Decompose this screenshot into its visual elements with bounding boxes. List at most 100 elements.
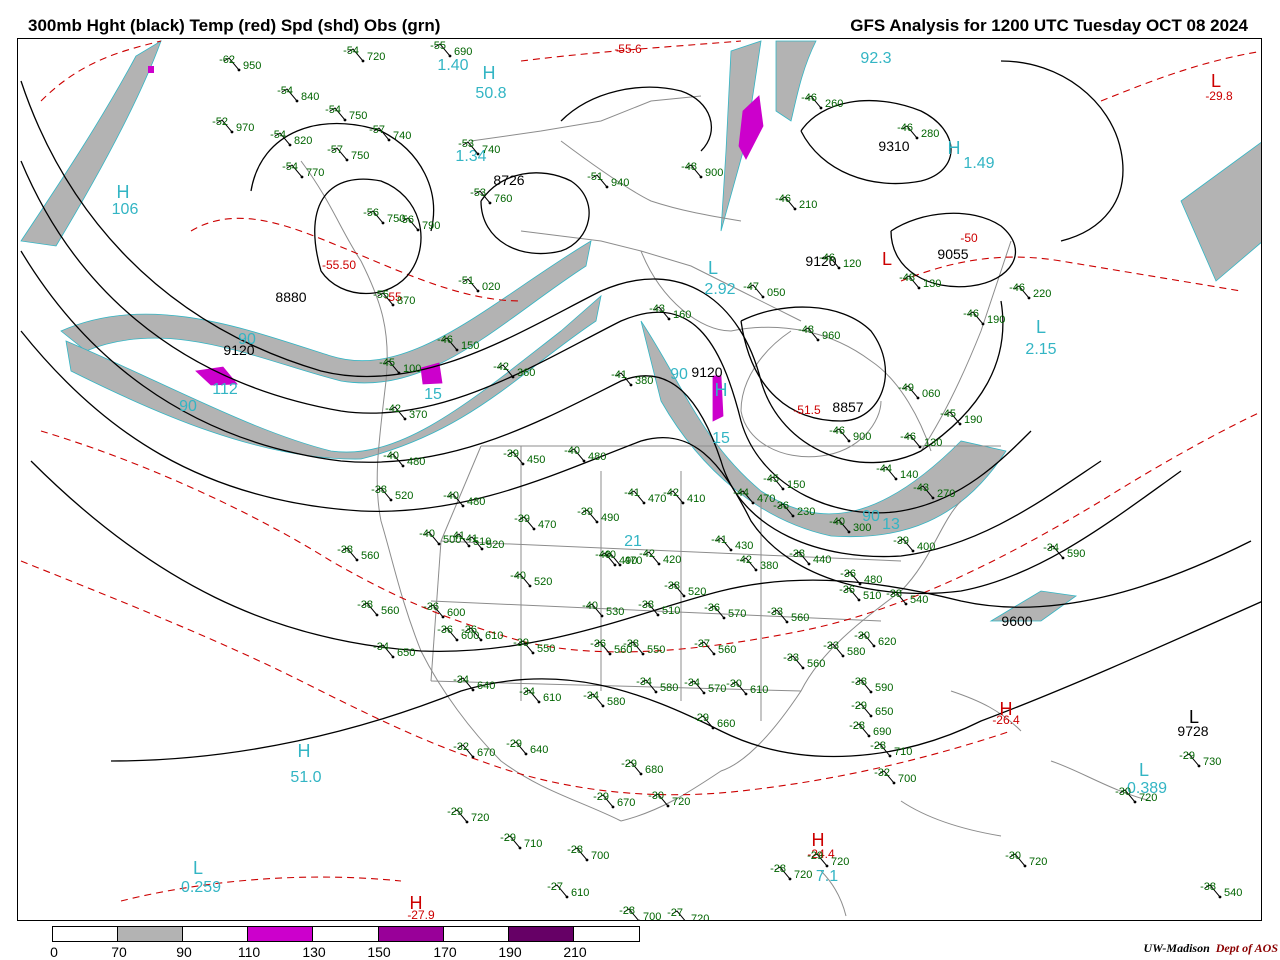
station-plot: -38 560 xyxy=(337,544,379,562)
obs-height: 550 xyxy=(537,643,555,655)
station-plot: -57 750 xyxy=(327,144,369,162)
obs-temperature: -42 xyxy=(639,548,655,560)
station-plot: -28 690 xyxy=(849,720,891,738)
obs-temperature: -38 xyxy=(638,599,654,611)
pressure-center-marker: H xyxy=(715,380,728,400)
pressure-center-marker: L xyxy=(882,249,892,269)
obs-height: 640 xyxy=(530,744,548,756)
obs-height: 750 xyxy=(349,110,367,122)
height-value-label: 8880 xyxy=(275,289,306,305)
obs-height: 720 xyxy=(471,812,489,824)
pressure-center-marker: L xyxy=(1189,707,1199,727)
obs-height: 520 xyxy=(688,586,706,598)
pressure-center-marker: H xyxy=(298,741,311,761)
legend-tick-label: 110 xyxy=(237,944,261,960)
obs-temperature: -30 xyxy=(726,678,742,690)
obs-height: 420 xyxy=(663,554,681,566)
station-plot: -55 690 xyxy=(430,40,472,58)
obs-height: 510 xyxy=(662,605,680,617)
temperature-contours xyxy=(20,40,1261,902)
obs-height: 560 xyxy=(807,658,825,670)
obs-height: 490 xyxy=(601,512,619,524)
obs-temperature: -33 xyxy=(823,640,839,652)
obs-temperature: -54 xyxy=(282,161,298,173)
pressure-center-marker: H xyxy=(1000,699,1013,719)
obs-temperature: -45 xyxy=(763,473,779,485)
obs-temperature: -29 xyxy=(851,700,867,712)
obs-height: 570 xyxy=(728,608,746,620)
obs-height: 720 xyxy=(672,796,690,808)
obs-height: 660 xyxy=(717,718,735,730)
station-plot: -34 580 xyxy=(583,690,625,708)
obs-height: 820 xyxy=(294,135,312,147)
map-canvas: 8726888091209120885790559120931096009728… xyxy=(20,40,1261,920)
obs-temperature: -47 xyxy=(743,281,759,293)
obs-height: 790 xyxy=(422,220,440,232)
credit-label: UW-Madison Dept of AOS xyxy=(1144,941,1278,956)
wind-speed-label: 1.49 xyxy=(963,155,994,172)
obs-height: 130 xyxy=(923,278,941,290)
wind-speed-label: 92.3 xyxy=(860,50,891,67)
station-plot: -45 190 xyxy=(940,408,982,426)
obs-temperature: -34 xyxy=(453,674,469,686)
obs-height: 540 xyxy=(910,594,928,606)
obs-temperature: -28 xyxy=(770,863,786,875)
obs-temperature: -32 xyxy=(874,767,890,779)
obs-temperature: -40 xyxy=(564,445,580,457)
station-plot: -51 940 xyxy=(587,171,629,189)
obs-temperature: -54 xyxy=(343,45,359,57)
obs-temperature: -33 xyxy=(767,606,783,618)
obs-temperature: -43 xyxy=(913,482,929,494)
obs-temperature: -57 xyxy=(327,144,343,156)
obs-temperature: -38 xyxy=(664,580,680,592)
wind-speed-label: 2.15 xyxy=(1025,341,1056,358)
height-value-label: 8726 xyxy=(493,172,524,188)
obs-temperature: -45 xyxy=(940,408,956,420)
obs-height: 580 xyxy=(660,682,678,694)
obs-temperature: -40 xyxy=(582,600,598,612)
obs-temperature: -27 xyxy=(667,907,683,919)
obs-temperature: -34 xyxy=(684,677,700,689)
obs-height: 220 xyxy=(1033,288,1051,300)
obs-height: 620 xyxy=(878,636,896,648)
station-plot: -39 490 xyxy=(577,506,619,524)
obs-height: 840 xyxy=(301,91,319,103)
obs-temperature: -48 xyxy=(681,161,697,173)
obs-temperature: -41 xyxy=(449,530,465,542)
station-plot: -34 570 xyxy=(684,677,726,695)
obs-height: 130 xyxy=(924,437,942,449)
map-outline xyxy=(430,600,882,622)
obs-height: 580 xyxy=(847,646,865,658)
obs-temperature: -52 xyxy=(212,116,228,128)
station-plot: -29 680 xyxy=(621,758,663,776)
pressure-center-marker: L xyxy=(1036,317,1046,337)
station-plot: -39 400 xyxy=(893,535,935,553)
obs-temperature: -28 xyxy=(619,905,635,917)
station-plot: -48 900 xyxy=(681,161,723,179)
obs-height: 650 xyxy=(397,647,415,659)
obs-height: 540 xyxy=(1224,887,1242,899)
obs-height: 400 xyxy=(917,541,935,553)
obs-height: 570 xyxy=(708,683,726,695)
legend-tick-label: 90 xyxy=(176,944,192,960)
obs-height: 720 xyxy=(367,51,385,63)
wind-speed-label: 50.8 xyxy=(475,85,506,102)
wind-speed-label: 106 xyxy=(112,201,139,218)
legend-swatch xyxy=(573,927,639,941)
legend-swatch xyxy=(183,927,249,941)
obs-height: 700 xyxy=(898,773,916,785)
obs-height: 210 xyxy=(799,199,817,211)
obs-temperature: -38 xyxy=(886,588,902,600)
pressure-center-marker: L xyxy=(193,858,203,878)
legend-swatch xyxy=(53,927,119,941)
obs-height: 560 xyxy=(361,550,379,562)
height-contour xyxy=(800,99,952,185)
obs-temperature: -39 xyxy=(503,448,519,460)
obs-temperature: -46 xyxy=(801,92,817,104)
pressure-center-marker: H xyxy=(117,182,130,202)
obs-height: 020 xyxy=(482,281,500,293)
obs-height: 740 xyxy=(482,144,500,156)
obs-height: 730 xyxy=(1203,756,1221,768)
station-plot: -57 740 xyxy=(369,124,411,142)
height-value-label: 8857 xyxy=(832,399,863,415)
